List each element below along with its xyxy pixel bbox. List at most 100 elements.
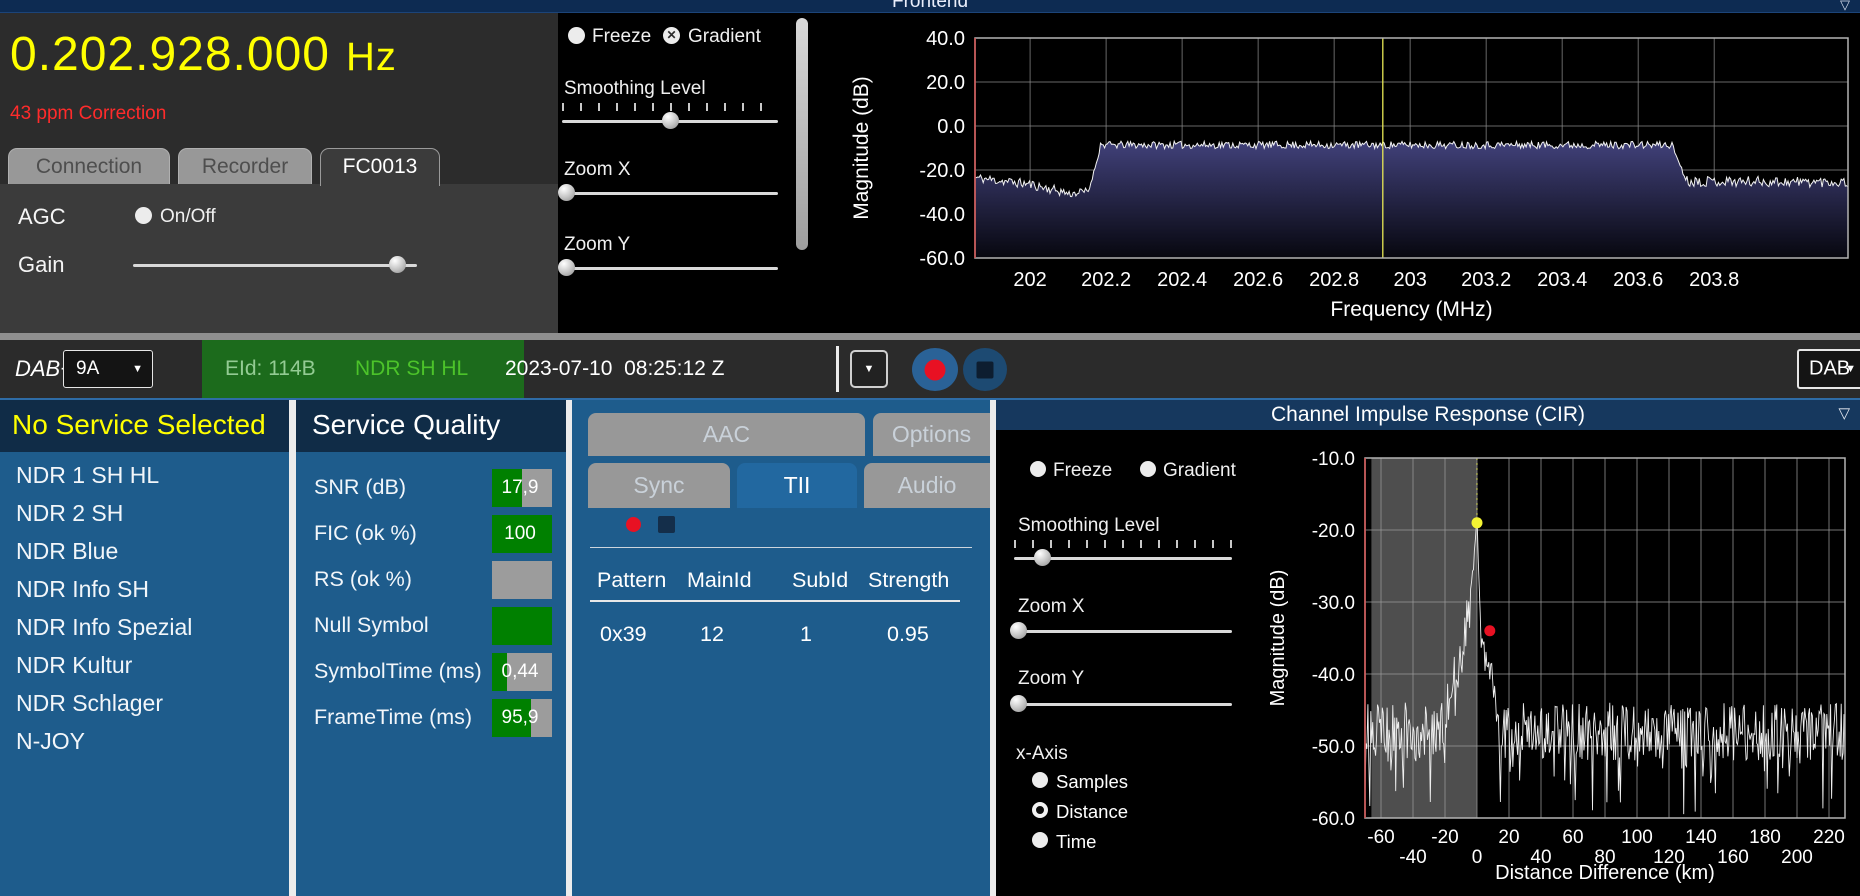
svg-text:Distance Difference (km): Distance Difference (km) bbox=[1495, 862, 1715, 884]
cir-zoomx-track[interactable] bbox=[1014, 630, 1232, 633]
channel-selector[interactable]: 9A ▼ bbox=[63, 350, 153, 388]
cir-plot: -10.0 -20.0 -30.0 -40.0 -50.0 -60.0 -60 -20 20 60… bbox=[1270, 449, 1846, 884]
tab-options[interactable]: Options bbox=[873, 413, 990, 456]
spectrum-smoothing-ticks bbox=[562, 103, 778, 111]
spectrum-zoomy-slider[interactable] bbox=[558, 259, 778, 277]
cir-zoomy-thumb[interactable] bbox=[1010, 695, 1028, 712]
record-button[interactable] bbox=[912, 348, 958, 391]
sync-status-indicator bbox=[626, 517, 641, 532]
ensemble-id-label: EId: 114B bbox=[225, 357, 316, 380]
tii-header-underline bbox=[590, 600, 960, 602]
xaxis-time-radio[interactable] bbox=[1032, 832, 1048, 848]
agc-toggle[interactable] bbox=[135, 207, 152, 224]
svg-text:0.0: 0.0 bbox=[937, 116, 965, 138]
frametime-bar: 95,9 bbox=[492, 699, 552, 737]
spectrum-smoothing-thumb[interactable] bbox=[662, 112, 679, 129]
tab-sync[interactable]: Sync bbox=[588, 463, 730, 508]
cir-zoomx-slider[interactable] bbox=[1010, 622, 1232, 640]
dab-receiver-window: Frontend ▽ 0.202.928.000 Hz 43 ppm Correc… bbox=[0, 0, 1860, 896]
tab-tii[interactable]: TII bbox=[737, 463, 857, 508]
tab-recorder[interactable]: Recorder bbox=[178, 148, 312, 185]
tab-fc0013[interactable]: FC0013 bbox=[320, 148, 440, 186]
cir-smoothing-thumb[interactable] bbox=[1034, 549, 1052, 566]
output-mode-selector[interactable]: DAB ▼ bbox=[1797, 349, 1860, 389]
frametime-label: FrameTime (ms) bbox=[314, 705, 473, 729]
frequency-display: 0.202.928.000 Hz bbox=[10, 27, 397, 82]
svg-text:202: 202 bbox=[1013, 269, 1046, 291]
spectrum-zoomy-thumb[interactable] bbox=[558, 259, 576, 276]
service-item[interactable]: NDR Info SH bbox=[0, 570, 289, 608]
svg-text:220: 220 bbox=[1813, 827, 1845, 848]
cir-zoomx-thumb[interactable] bbox=[1010, 622, 1028, 639]
spectrum-gradient-checkbox[interactable]: ✕ bbox=[663, 27, 680, 44]
cir-freeze-radio[interactable] bbox=[1030, 461, 1046, 477]
cir-gradient-label: Gradient bbox=[1163, 460, 1236, 481]
frametime-value: 95,9 bbox=[501, 707, 539, 728]
service-item[interactable]: NDR Blue bbox=[0, 532, 289, 570]
null-symbol-value bbox=[492, 607, 548, 645]
ensemble-info-block: EId: 114B NDR SH HL bbox=[202, 340, 524, 398]
horizontal-splitter[interactable] bbox=[0, 333, 1860, 340]
spectrum-smoothing-slider[interactable] bbox=[562, 112, 778, 130]
svg-text:Magnitude (dB): Magnitude (dB) bbox=[1270, 570, 1289, 707]
spectrum-zoomx-slider[interactable] bbox=[558, 184, 778, 202]
snr-bar: 17,9 bbox=[492, 469, 552, 507]
gain-slider-track[interactable] bbox=[133, 264, 417, 267]
svg-text:-60.0: -60.0 bbox=[919, 248, 965, 270]
cir-zoomy-track[interactable] bbox=[1014, 703, 1232, 706]
cir-zoomy-slider[interactable] bbox=[1010, 695, 1232, 713]
collapse-triangle-icon[interactable]: ▽ bbox=[1838, 404, 1850, 422]
spectrum-zoomy-track[interactable] bbox=[562, 267, 778, 270]
svg-text:60: 60 bbox=[1562, 827, 1583, 848]
scan-dropdown-button[interactable]: ▼ bbox=[850, 350, 888, 388]
service-list-panel: No Service Selected NDR 1 SH HL NDR 2 SH… bbox=[0, 400, 289, 896]
tii-status-indicator bbox=[658, 516, 675, 533]
cir-title: Channel Impulse Response (CIR) bbox=[1271, 403, 1585, 426]
gain-slider[interactable] bbox=[133, 256, 417, 274]
svg-text:-60: -60 bbox=[1367, 827, 1394, 848]
svg-text:203.8: 203.8 bbox=[1689, 269, 1739, 291]
spectrum-zoomx-track[interactable] bbox=[562, 192, 778, 195]
spectrum-freeze-label: Freeze bbox=[592, 26, 652, 47]
svg-text:-40.0: -40.0 bbox=[919, 204, 965, 226]
xaxis-distance-radio[interactable] bbox=[1032, 802, 1048, 818]
service-item[interactable]: N-JOY bbox=[0, 722, 289, 760]
tii-pattern-value: 0x39 bbox=[600, 622, 647, 646]
stop-button[interactable] bbox=[963, 348, 1007, 391]
spectrum-freeze-radio[interactable] bbox=[568, 27, 585, 44]
splitter-1[interactable] bbox=[289, 400, 296, 896]
null-symbol-bar bbox=[492, 607, 552, 645]
fic-bar: 100 bbox=[492, 515, 552, 553]
cir-gradient-radio[interactable] bbox=[1140, 461, 1156, 477]
spectrum-zoomx-thumb[interactable] bbox=[558, 184, 576, 201]
spectrum-scale-handle[interactable] bbox=[796, 18, 808, 250]
service-item[interactable]: NDR Info Spezial bbox=[0, 608, 289, 646]
svg-text:203.2: 203.2 bbox=[1461, 269, 1511, 291]
gain-label: Gain bbox=[18, 252, 65, 277]
cir-header: Channel Impulse Response (CIR) ▽ bbox=[996, 400, 1860, 430]
svg-text:203.6: 203.6 bbox=[1613, 269, 1663, 291]
rs-value bbox=[492, 561, 548, 599]
rs-bar bbox=[492, 561, 552, 599]
svg-text:-40.0: -40.0 bbox=[1312, 665, 1355, 686]
svg-text:0: 0 bbox=[1472, 847, 1483, 868]
service-item[interactable]: NDR 2 SH bbox=[0, 494, 289, 532]
svg-text:100: 100 bbox=[1621, 827, 1653, 848]
service-item[interactable]: NDR 1 SH HL bbox=[0, 456, 289, 494]
service-quality-header: Service Quality bbox=[296, 400, 566, 452]
cir-smoothing-slider[interactable] bbox=[1014, 549, 1232, 567]
tab-connection[interactable]: Connection bbox=[8, 148, 170, 185]
cir-smoothing-label: Smoothing Level bbox=[1018, 515, 1160, 536]
svg-text:202.4: 202.4 bbox=[1157, 269, 1207, 291]
tab-audio[interactable]: Audio bbox=[864, 463, 990, 508]
tab-aac[interactable]: AAC bbox=[588, 413, 865, 456]
xaxis-samples-radio[interactable] bbox=[1032, 772, 1048, 788]
service-item[interactable]: NDR Kultur bbox=[0, 646, 289, 684]
tii-col-strength: Strength bbox=[868, 568, 950, 592]
ensemble-bar: DAB+ 9A ▼ EId: 114B NDR SH HL 2023-07-10… bbox=[0, 340, 1860, 398]
fic-value: 100 bbox=[504, 523, 536, 544]
svg-text:20: 20 bbox=[1498, 827, 1519, 848]
gain-slider-thumb[interactable] bbox=[389, 256, 407, 273]
detail-panel: AAC Options Sync TII Audio Pattern MainI… bbox=[572, 400, 990, 896]
service-item[interactable]: NDR Schlager bbox=[0, 684, 289, 722]
